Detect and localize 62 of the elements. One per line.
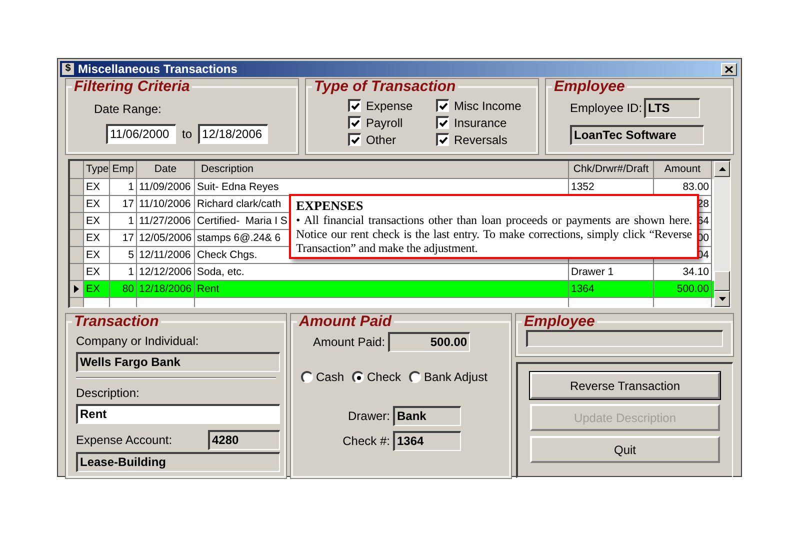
table-cell: Suit- Edna Reyes	[197, 181, 279, 193]
table-cell: 83.00	[682, 181, 709, 193]
table-cell: EX	[86, 283, 100, 295]
table-cell: EX	[86, 266, 100, 278]
table-cell: Check Chgs.	[197, 249, 258, 261]
table-cell: 34.10	[682, 266, 709, 278]
table-cell: 17	[122, 232, 134, 244]
checkbox-label: Other	[366, 132, 396, 148]
table-cell: 11/09/2006	[139, 181, 191, 193]
table-cell: 1	[128, 266, 134, 278]
table-cell: 1352	[571, 181, 594, 193]
table-cell: Soda, etc.	[197, 266, 244, 278]
expense-account-label: Expense Account:	[76, 432, 172, 449]
group-title: Transaction	[73, 314, 160, 329]
table-cell: EX	[86, 198, 100, 210]
drawer-label: Drawer:	[348, 408, 390, 425]
app-icon: $	[62, 63, 74, 75]
radio-label: Cash	[316, 369, 344, 386]
table-cell: 1	[128, 181, 134, 193]
checkbox-label: Reversals	[454, 132, 508, 148]
table-cell: 500.00	[676, 283, 709, 295]
date-range-label: Date Range:	[94, 101, 162, 118]
check-number-label: Check #:	[342, 433, 390, 450]
checkbox-label: Misc Income	[454, 98, 522, 114]
group-title: Employee	[523, 314, 596, 329]
table-cell: EX	[86, 215, 100, 227]
table-cell: 12/11/2006	[139, 249, 191, 261]
table-cell: EX	[86, 249, 100, 261]
table-cell: stamps 6@.24& 6	[197, 232, 281, 244]
amount-paid-label: Amount Paid:	[313, 334, 386, 351]
checkbox-label: Insurance	[454, 114, 507, 132]
employee-id-label: Employee ID:	[570, 100, 642, 117]
window-title: Miscellaneous Transactions	[78, 61, 238, 78]
checkbox-label: Expense	[366, 98, 413, 114]
table-cell: Rent	[197, 283, 220, 295]
to-label: to	[182, 126, 192, 143]
group-title: Amount Paid	[298, 314, 393, 329]
company-label: Company or Individual:	[76, 333, 200, 350]
table-cell: Drawer 1	[571, 266, 614, 278]
checkbox-label: Payroll	[366, 114, 403, 132]
radio-label: Bank Adjust	[424, 369, 488, 386]
table-cell: 17	[122, 198, 134, 210]
table-cell: EX	[86, 181, 100, 193]
table-cell: 12/18/2006	[139, 283, 192, 295]
description-label: Description:	[76, 385, 140, 402]
table-cell: EX	[86, 232, 100, 244]
radio-label: Check	[367, 369, 402, 386]
table-cell: Certified- Maria I S	[197, 215, 288, 227]
table-cell: 1	[128, 215, 134, 227]
group-title: Filtering Criteria	[73, 79, 191, 94]
table-cell: 80	[122, 283, 134, 295]
group-title: Type of Transaction	[313, 79, 457, 94]
table-cell: 11/10/2006	[139, 198, 191, 210]
callout-text: • All financial transactions other than loan proceeds or payments are shown here. Notice our rent check is the last entry. To make corrections, simply click “Reverse Transaction” and make the adjustment.	[296, 213, 692, 255]
table-cell: 5	[128, 249, 134, 261]
table-cell: 12/12/2006	[139, 266, 192, 278]
table-cell: 1364	[571, 283, 594, 295]
table-cell: Richard clark/cath	[197, 198, 282, 210]
table-cell: 12/05/2006	[139, 232, 192, 244]
group-title: Employee	[553, 79, 626, 94]
table-cell: 11/27/2006	[139, 215, 191, 227]
callout-title: EXPENSES	[296, 198, 364, 213]
